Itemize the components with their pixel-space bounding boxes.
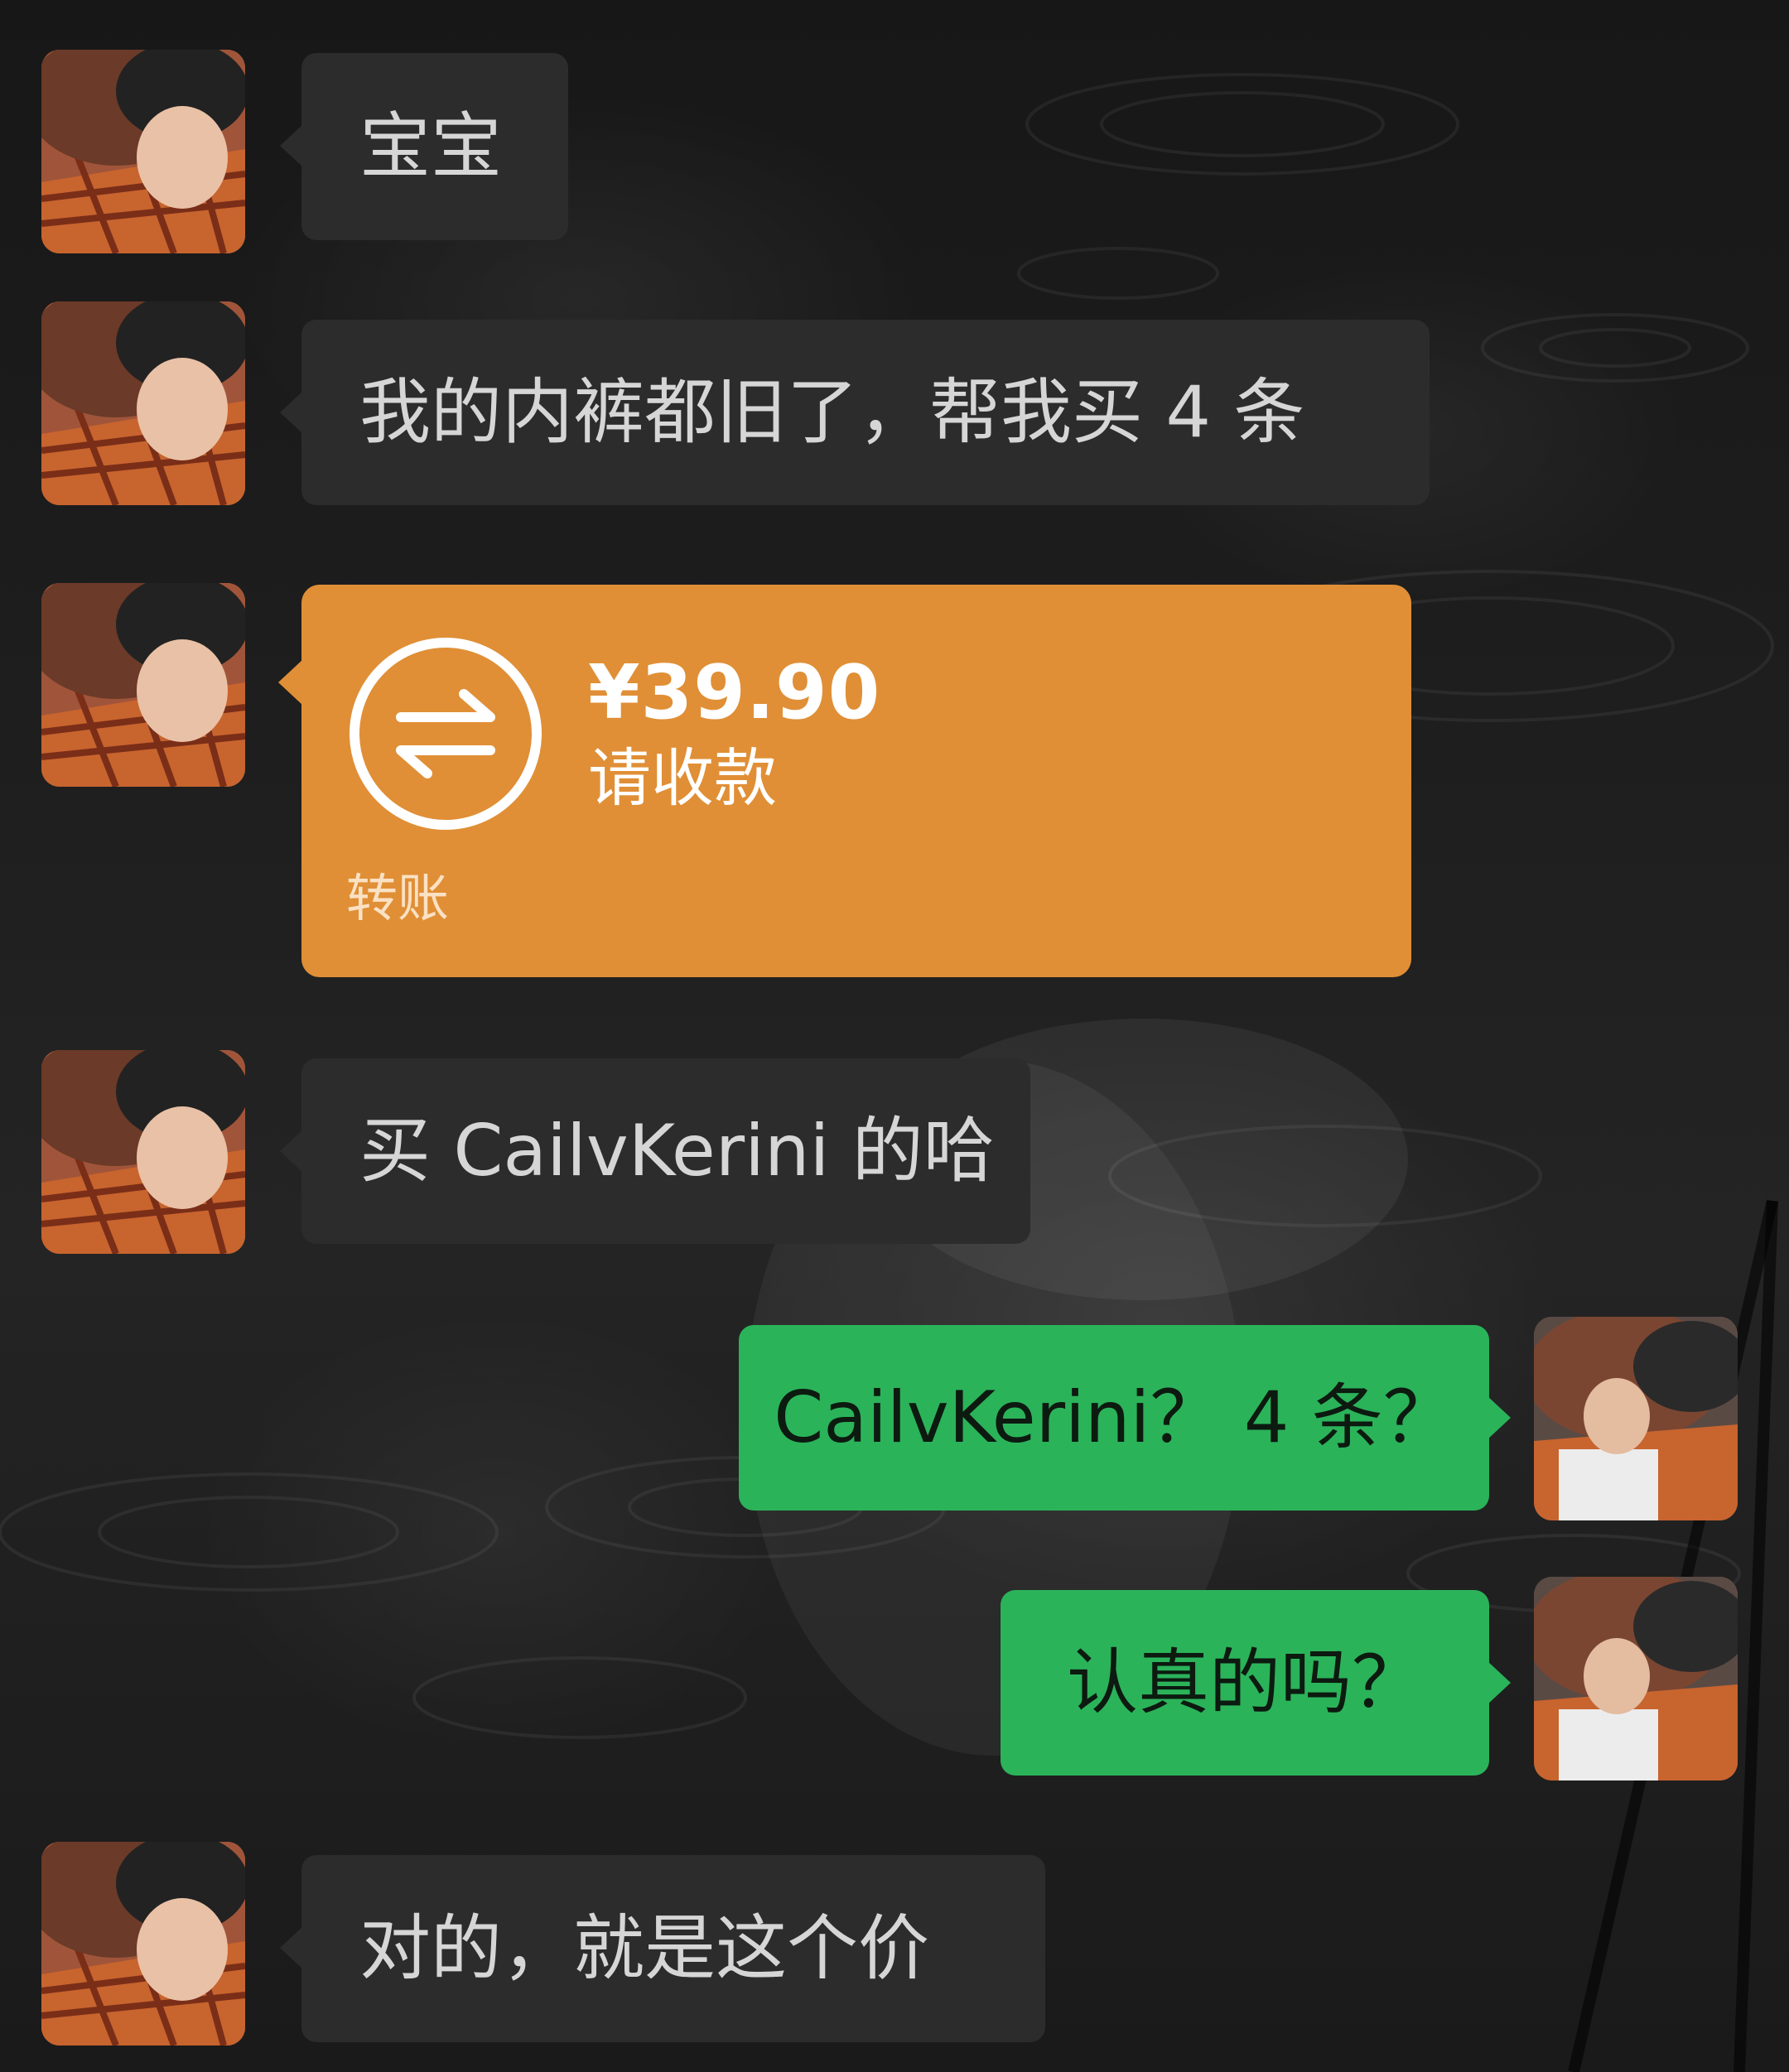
transfer-status: 请收款 — [588, 741, 777, 815]
message-text: 买 CailvKerini 的哈 — [359, 1110, 995, 1193]
transfer-amount: ¥39.90 — [588, 649, 881, 736]
friend-avatar[interactable] — [41, 50, 245, 253]
message-text: 我的内裤都旧了，帮我买 4 条 — [359, 371, 1305, 454]
message-bubble[interactable]: 我的内裤都旧了，帮我买 4 条 — [280, 320, 1430, 505]
message-text: 宝宝 — [359, 105, 502, 188]
message-text: CailvKerini？ 4 条？ — [774, 1376, 1454, 1459]
message-text: 认真的吗？ — [1067, 1641, 1423, 1724]
transfer-arrows-icon — [346, 634, 545, 833]
rain-ripple-pattern — [0, 73, 1778, 2072]
message-text: 对的，就是这个价 — [359, 1907, 929, 1990]
friend-avatar[interactable] — [41, 583, 245, 787]
my-avatar[interactable] — [1534, 1577, 1738, 1780]
transfer-card[interactable]: ¥39.90 请收款 转账 — [278, 585, 1411, 977]
message-bubble[interactable]: 买 CailvKerini 的哈 — [280, 1058, 1030, 1244]
friend-avatar[interactable] — [41, 301, 245, 505]
message-bubble[interactable]: 认真的吗？ — [1001, 1590, 1511, 1776]
friend-avatar[interactable] — [41, 1842, 245, 2045]
message-bubble[interactable]: 对的，就是这个价 — [280, 1855, 1045, 2042]
friend-avatar[interactable] — [41, 1050, 245, 1254]
transfer-label: 转账 — [346, 868, 450, 928]
my-avatar[interactable] — [1534, 1317, 1738, 1520]
message-bubble[interactable]: CailvKerini？ 4 条？ — [739, 1325, 1511, 1511]
chat-background — [0, 0, 1789, 2072]
message-bubble[interactable]: 宝宝 — [280, 53, 568, 240]
